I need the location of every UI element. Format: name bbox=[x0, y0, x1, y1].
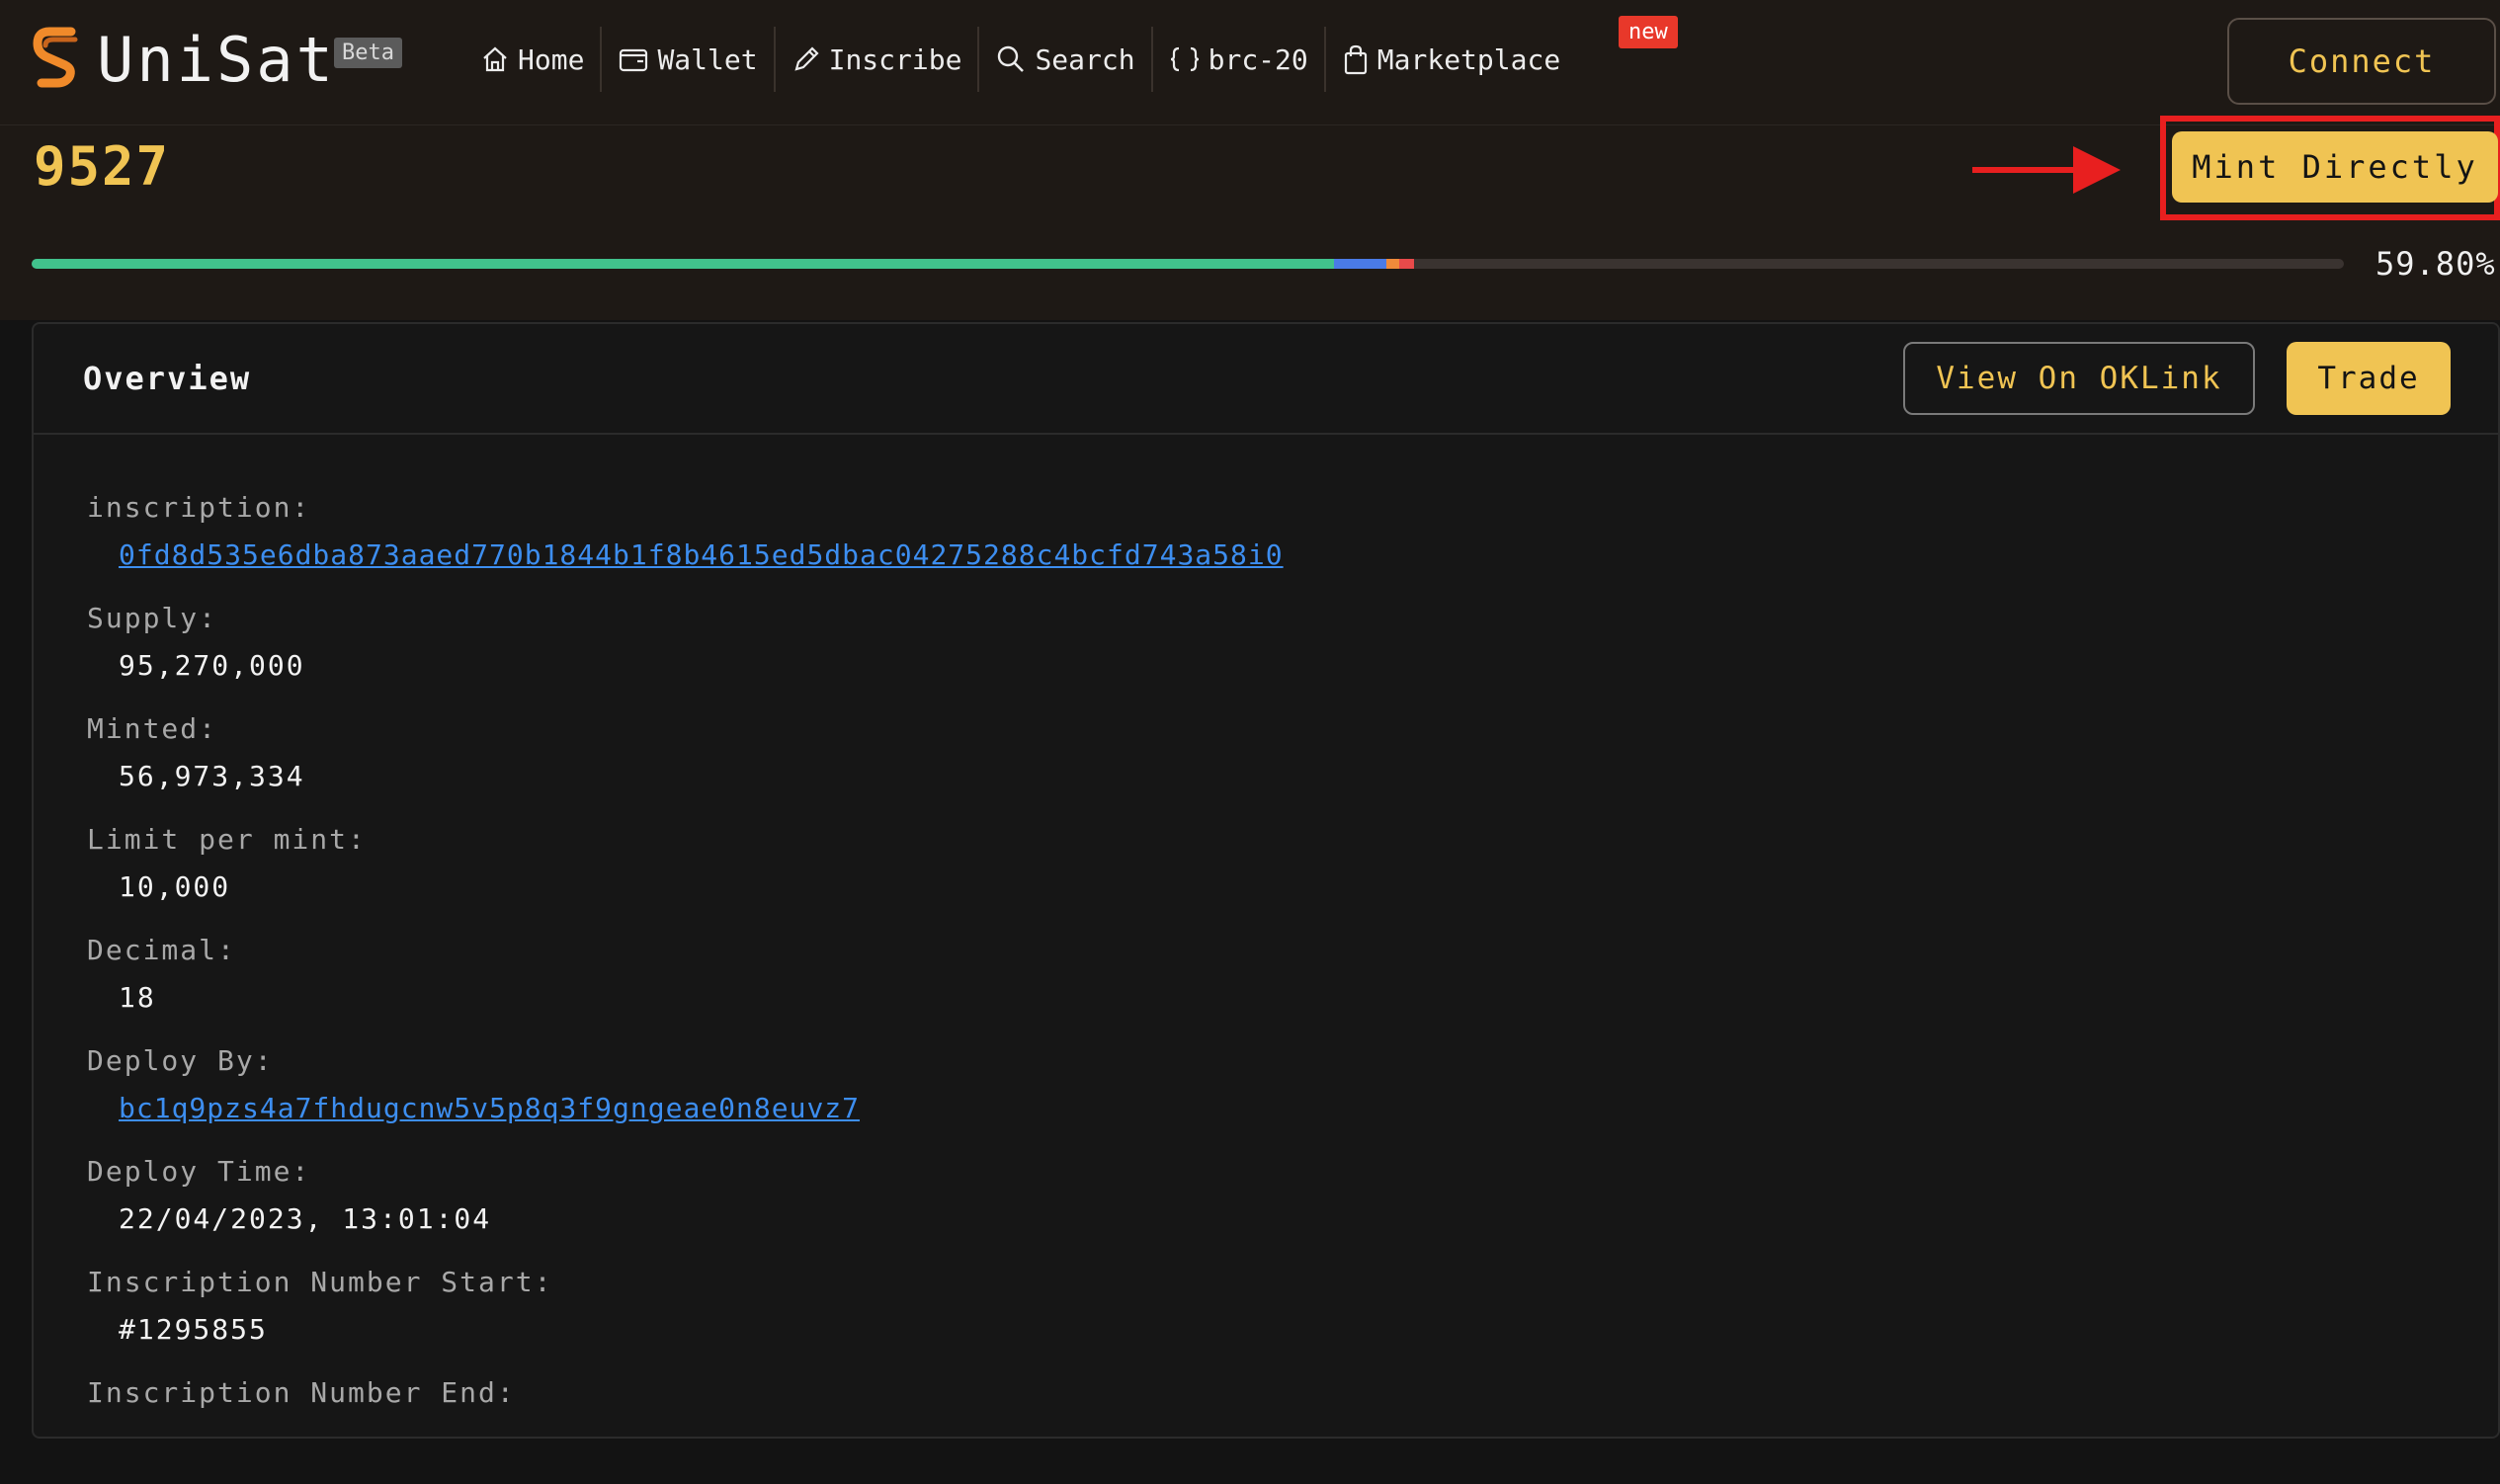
nav-brc20[interactable]: brc-20 bbox=[1153, 30, 1324, 89]
field-label: Limit per mint: bbox=[87, 823, 367, 856]
field-label: Deploy By: bbox=[87, 1044, 274, 1077]
bag-icon bbox=[1344, 44, 1367, 75]
home-icon bbox=[483, 46, 507, 72]
overview-card: Overview View On OKLink Trade inscriptio… bbox=[32, 322, 2500, 1439]
field-limit-per-mint: Limit per mint: 10,000 bbox=[87, 820, 1284, 931]
field-supply: Supply: 95,270,000 bbox=[87, 599, 1284, 709]
nav-home[interactable]: Home bbox=[464, 30, 600, 89]
new-badge: new bbox=[1619, 16, 1678, 48]
mint-progress-fill bbox=[32, 259, 1415, 269]
field-label: Decimal: bbox=[87, 934, 236, 966]
brand-name: UniSat bbox=[97, 24, 336, 96]
nav-inscribe[interactable]: Inscribe bbox=[776, 30, 978, 89]
field-label: Inscription Number End: bbox=[87, 1376, 516, 1409]
field-deploy-time: Deploy Time: 22/04/2023, 13:01:04 bbox=[87, 1152, 1284, 1263]
overview-title: Overview bbox=[83, 360, 252, 397]
nav-search[interactable]: Search bbox=[979, 30, 1150, 89]
view-on-oklink-button[interactable]: View On OKLink bbox=[1903, 342, 2255, 415]
overview-card-header: Overview View On OKLink Trade bbox=[34, 324, 2498, 435]
field-label: Supply: bbox=[87, 602, 218, 634]
nav-wallet-label: Wallet bbox=[657, 42, 758, 76]
progress-segment-red bbox=[1398, 259, 1415, 269]
top-navbar: UniSat Beta Home Wallet Inscribe Search … bbox=[0, 0, 2500, 125]
nav-marketplace-label: Marketplace bbox=[1376, 42, 1561, 76]
unisat-logo[interactable]: UniSat bbox=[32, 26, 336, 95]
field-decimal: Decimal: 18 bbox=[87, 931, 1284, 1041]
limit-per-mint-value: 10,000 bbox=[119, 870, 231, 903]
nav-search-label: Search bbox=[1035, 42, 1135, 76]
beta-badge: Beta bbox=[334, 38, 402, 68]
field-label: Minted: bbox=[87, 712, 218, 745]
inscription-number-start-value: #1295855 bbox=[119, 1313, 268, 1346]
deploy-time-value: 22/04/2023, 13:01:04 bbox=[119, 1202, 492, 1235]
nav-marketplace[interactable]: Marketplace bbox=[1326, 30, 1576, 89]
decimal-value: 18 bbox=[119, 981, 156, 1014]
field-inscription-number-end: Inscription Number End: bbox=[87, 1373, 1284, 1484]
nav-inscribe-label: Inscribe bbox=[828, 42, 962, 76]
mint-directly-button[interactable]: Mint Directly bbox=[2172, 131, 2498, 203]
main-nav: Home Wallet Inscribe Search brc-20 Marke… bbox=[464, 27, 1576, 92]
field-minted: Minted: 56,973,334 bbox=[87, 709, 1284, 820]
field-label: Inscription Number Start: bbox=[87, 1266, 553, 1298]
nav-brc20-label: brc-20 bbox=[1208, 42, 1308, 76]
red-arrow-annotation bbox=[1972, 146, 2121, 194]
token-name: 9527 bbox=[34, 135, 171, 198]
minted-value: 56,973,334 bbox=[119, 760, 305, 792]
unisat-logo-icon bbox=[33, 27, 78, 88]
field-label: inscription: bbox=[87, 491, 311, 524]
connect-button[interactable]: Connect bbox=[2227, 18, 2496, 105]
nav-home-label: Home bbox=[518, 42, 585, 76]
trade-button[interactable]: Trade bbox=[2287, 342, 2451, 415]
field-label: Deploy Time: bbox=[87, 1155, 311, 1188]
mint-progress-bar bbox=[32, 259, 2344, 269]
pencil-icon bbox=[793, 46, 819, 71]
progress-segment-pending bbox=[1334, 259, 1387, 269]
field-inscription: inscription: 0fd8d535e6dba873aaed770b184… bbox=[87, 488, 1284, 599]
progress-segment-minted bbox=[32, 259, 1335, 269]
supply-value: 95,270,000 bbox=[119, 649, 305, 682]
wallet-icon bbox=[620, 48, 648, 72]
search-icon bbox=[998, 45, 1025, 72]
braces-icon bbox=[1170, 46, 1199, 72]
field-deploy-by: Deploy By: bc1q9pzs4a7fhdugcnw5v5p8q3f9g… bbox=[87, 1041, 1284, 1152]
field-inscription-number-start: Inscription Number Start: #1295855 bbox=[87, 1263, 1284, 1373]
deployer-address-link[interactable]: bc1q9pzs4a7fhdugcnw5v5p8q3f9gngeae0n8euv… bbox=[119, 1089, 1284, 1128]
progress-segment-orange bbox=[1386, 259, 1399, 269]
inscription-link[interactable]: 0fd8d535e6dba873aaed770b1844b1f8b4615ed5… bbox=[119, 536, 1284, 575]
overview-fields: inscription: 0fd8d535e6dba873aaed770b184… bbox=[87, 488, 1284, 1484]
progress-percent: 59.80% bbox=[2375, 245, 2496, 283]
nav-wallet[interactable]: Wallet bbox=[602, 30, 773, 89]
